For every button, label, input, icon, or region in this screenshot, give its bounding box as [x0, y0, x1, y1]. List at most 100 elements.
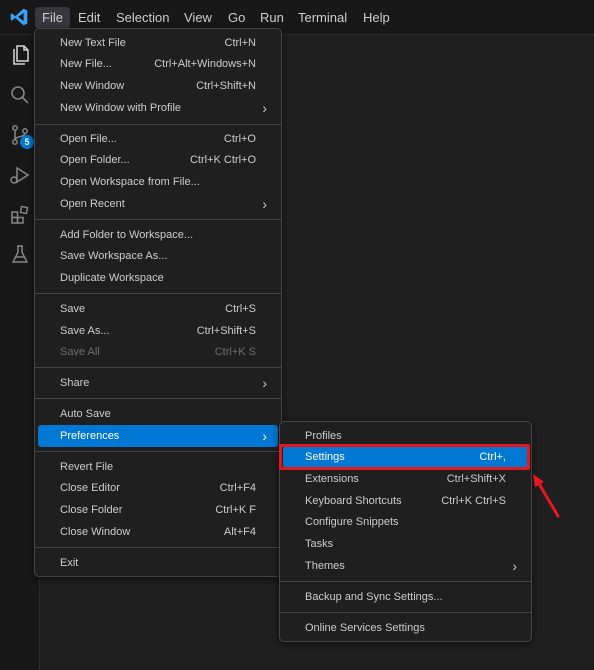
- menu-item-new-window[interactable]: New Window Ctrl+Shift+N: [38, 75, 278, 97]
- menu-item-shortcut: Ctrl+,: [479, 451, 506, 463]
- menu-item-save[interactable]: Save Ctrl+S: [38, 298, 278, 320]
- source-control-badge: 5: [20, 135, 34, 149]
- menu-selection[interactable]: Selection: [109, 7, 176, 29]
- menu-item-label: Tasks: [305, 538, 334, 550]
- menu-run[interactable]: Run: [253, 7, 291, 29]
- menu-item-label: Auto Save: [60, 408, 111, 420]
- menu-item-label: Save As...: [60, 325, 110, 337]
- menu-item-close-window[interactable]: Close Window Alt+F4: [38, 521, 278, 543]
- menu-separator: [35, 398, 281, 399]
- menu-item-shortcut: Ctrl+K Ctrl+O: [189, 154, 256, 166]
- preferences-submenu: Profiles Settings Ctrl+, Extensions Ctrl…: [279, 421, 532, 642]
- menu-item-duplicate-workspace[interactable]: Duplicate Workspace: [38, 267, 278, 289]
- vscode-logo-icon: [10, 8, 28, 26]
- menu-item-label: Configure Snippets: [305, 516, 399, 528]
- menu-item-online-services[interactable]: Online Services Settings: [283, 617, 528, 639]
- menu-item-shortcut: Ctrl+S: [225, 303, 256, 315]
- menu-item-open-workspace[interactable]: Open Workspace from File...: [38, 171, 278, 193]
- menu-separator: [35, 124, 281, 125]
- menu-view[interactable]: View: [177, 7, 219, 29]
- menu-item-shortcut: Ctrl+K S: [214, 346, 256, 358]
- menu-item-new-file[interactable]: New File... Ctrl+Alt+Windows+N: [38, 53, 278, 75]
- menu-item-shortcut: Alt+F4: [223, 526, 256, 538]
- menu-item-label: New File...: [60, 58, 112, 70]
- menu-item-label: Save All: [60, 346, 100, 358]
- menu-terminal[interactable]: Terminal: [291, 7, 354, 29]
- menu-item-save-all: Save All Ctrl+K S: [38, 341, 278, 363]
- menu-item-save-as[interactable]: Save As... Ctrl+Shift+S: [38, 320, 278, 342]
- menu-item-preferences[interactable]: Preferences ›: [38, 425, 278, 447]
- menu-separator: [35, 293, 281, 294]
- menu-item-profiles[interactable]: Profiles: [283, 425, 528, 447]
- menu-item-label: Extensions: [305, 473, 359, 485]
- menu-separator: [280, 581, 531, 582]
- menu-separator: [35, 219, 281, 220]
- menu-item-shortcut: Ctrl+Shift+N: [196, 80, 256, 92]
- files-icon[interactable]: [8, 43, 32, 67]
- search-icon[interactable]: [8, 83, 32, 107]
- menu-item-backup-sync[interactable]: Backup and Sync Settings...: [283, 586, 528, 608]
- menu-item-share[interactable]: Share ›: [38, 372, 278, 394]
- menu-item-label: Close Folder: [60, 504, 123, 516]
- menu-item-label: Exit: [60, 557, 79, 569]
- menu-item-extensions[interactable]: Extensions Ctrl+Shift+X: [283, 468, 528, 490]
- menu-item-keyboard-shortcuts[interactable]: Keyboard Shortcuts Ctrl+K Ctrl+S: [283, 490, 528, 512]
- menu-item-exit[interactable]: Exit: [38, 552, 278, 574]
- menu-item-auto-save[interactable]: Auto Save: [38, 403, 278, 425]
- extensions-icon[interactable]: [8, 203, 32, 227]
- chevron-right-icon: ›: [512, 558, 517, 574]
- menu-separator: [35, 367, 281, 368]
- chevron-right-icon: ›: [262, 100, 267, 116]
- menu-help[interactable]: Help: [356, 7, 397, 29]
- menu-item-tasks[interactable]: Tasks: [283, 533, 528, 555]
- menu-item-shortcut: Ctrl+Alt+Windows+N: [154, 58, 256, 70]
- menu-item-label: New Window with Profile: [60, 102, 182, 114]
- run-debug-icon[interactable]: [8, 163, 32, 187]
- menu-item-shortcut: Ctrl+O: [223, 133, 256, 145]
- testing-icon[interactable]: [8, 243, 32, 267]
- menu-item-new-text-file[interactable]: New Text File Ctrl+N: [38, 32, 278, 54]
- menu-item-label: Preferences: [60, 430, 120, 442]
- menu-item-label: Open Workspace from File...: [60, 176, 200, 188]
- menu-item-label: Save Workspace As...: [60, 250, 168, 262]
- menu-item-close-editor[interactable]: Close Editor Ctrl+F4: [38, 477, 278, 499]
- chevron-right-icon: ›: [262, 375, 267, 391]
- menu-item-label: Open File...: [60, 133, 117, 145]
- menu-item-label: Backup and Sync Settings...: [305, 591, 443, 603]
- menu-edit[interactable]: Edit: [71, 7, 107, 29]
- menu-go[interactable]: Go: [221, 7, 252, 29]
- chevron-right-icon: ›: [262, 196, 267, 212]
- menu-item-shortcut: Ctrl+Shift+S: [196, 325, 256, 337]
- menu-item-open-recent[interactable]: Open Recent ›: [38, 193, 278, 215]
- menu-item-shortcut: Ctrl+K F: [215, 504, 256, 516]
- menu-item-themes[interactable]: Themes ›: [283, 555, 528, 577]
- menu-item-label: Duplicate Workspace: [60, 272, 164, 284]
- menu-item-shortcut: Ctrl+Shift+X: [446, 473, 506, 485]
- menu-item-label: Add Folder to Workspace...: [60, 229, 194, 241]
- menu-item-label: Close Window: [60, 526, 131, 538]
- menu-item-save-workspace-as[interactable]: Save Workspace As...: [38, 245, 278, 267]
- chevron-right-icon: ›: [262, 428, 267, 444]
- menu-item-label: Open Folder...: [60, 154, 130, 166]
- menu-item-label: Revert File: [60, 461, 114, 473]
- menu-item-settings[interactable]: Settings Ctrl+,: [283, 446, 528, 468]
- menu-item-add-folder[interactable]: Add Folder to Workspace...: [38, 224, 278, 246]
- menu-item-open-folder[interactable]: Open Folder... Ctrl+K Ctrl+O: [38, 149, 278, 171]
- menu-item-label: Online Services Settings: [305, 622, 425, 634]
- menu-separator: [280, 612, 531, 613]
- menu-separator: [35, 451, 281, 452]
- menu-item-label: Save: [60, 303, 86, 315]
- menu-item-close-folder[interactable]: Close Folder Ctrl+K F: [38, 499, 278, 521]
- menu-item-new-window-with-profile[interactable]: New Window with Profile ›: [38, 97, 278, 119]
- menu-file[interactable]: File: [35, 7, 70, 29]
- menu-item-label: Settings: [305, 451, 345, 463]
- menu-item-shortcut: Ctrl+K Ctrl+S: [441, 495, 506, 507]
- file-menu: New Text File Ctrl+N New File... Ctrl+Al…: [34, 28, 282, 577]
- menu-separator: [35, 547, 281, 548]
- menu-item-shortcut: Ctrl+F4: [219, 482, 256, 494]
- menu-item-open-file[interactable]: Open File... Ctrl+O: [38, 128, 278, 150]
- menu-item-label: Close Editor: [60, 482, 120, 494]
- menu-item-revert-file[interactable]: Revert File: [38, 456, 278, 478]
- menu-item-configure-snippets[interactable]: Configure Snippets: [283, 511, 528, 533]
- menu-item-label: Themes: [305, 560, 345, 572]
